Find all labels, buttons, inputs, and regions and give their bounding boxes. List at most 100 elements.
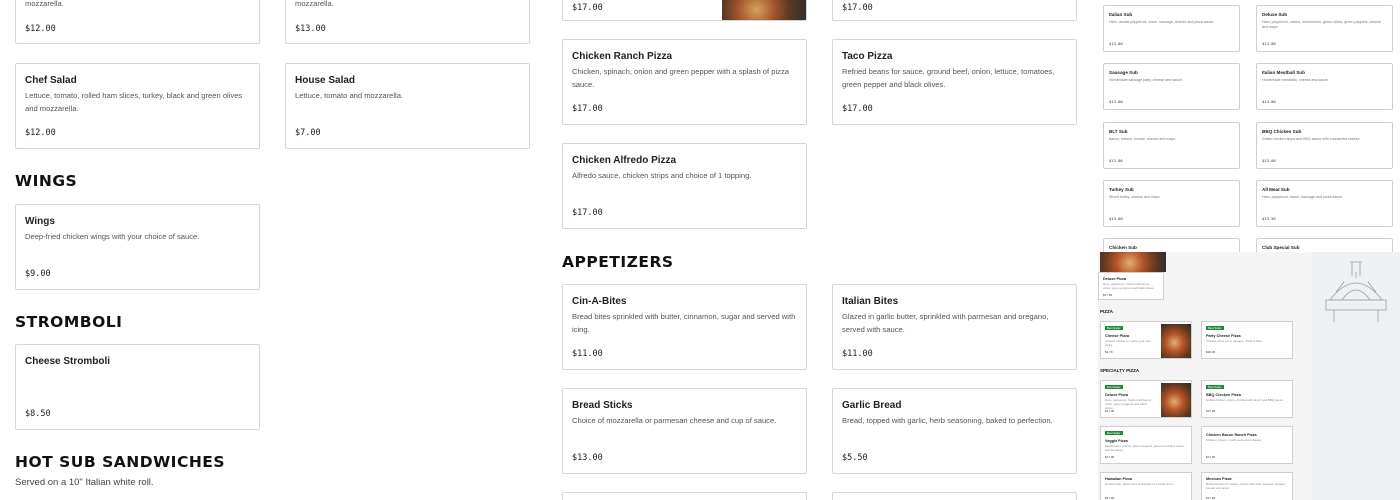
preview-desc: Grilled chicken, onion, drizzled with ra… [1206,398,1284,402]
mini-price: $13.00 [1109,99,1123,104]
item-price: $17.00 [572,104,603,114]
preview-title: Hawaiian Pizza [1105,477,1133,481]
menu-item-wings[interactable]: Wings Deep-fried chicken wings with your… [15,204,260,290]
mini-desc: Bacon, lettuce, tomato, cheese and mayo. [1109,137,1177,141]
salad-card-partial-b[interactable]: mozzarella. $13.00 [285,0,530,44]
preview-desc: Cheese pizza cut in squares. Thick & Pan… [1206,339,1263,343]
preview-price: $17.00 [1105,496,1115,500]
item-description: Refried beans for sauce, ground beef, on… [842,67,1055,89]
item-price: $9.00 [25,269,51,279]
item-title: Chef Salad [25,75,77,86]
best-seller-badge: Best Seller [1206,326,1224,330]
preview-title: BBQ Chicken Pizza [1206,393,1241,397]
menu-item-bread-sticks[interactable]: Bread Sticks Choice of mozzarella or par… [562,388,807,474]
preview-heading-pizza: PIZZA [1100,309,1113,314]
mini-price: $13.00 [1262,158,1276,163]
menu-item-cin-a-bites[interactable]: Cin-A-Bites Bread bites sprinkled with b… [562,284,807,370]
menu-item-chicken-alfredo-pizza[interactable]: Chicken Alfredo Pizza Alfredo sauce, chi… [562,143,807,229]
item-title: Chicken Ranch Pizza [572,51,673,62]
mini-title: Italian Meatball Sub [1262,70,1305,75]
item-description: mozzarella. [295,0,334,8]
item-title: Wings [25,216,55,227]
preview-card[interactable]: Deluxe Pizza Ham, pepperoni, fresh mushr… [1098,272,1164,300]
preview-card[interactable]: Best Seller Veggie Pizza Mushrooms, onio… [1100,426,1192,464]
mini-title: Sausage Sub [1109,70,1138,75]
mini-price: $13.00 [1109,158,1123,163]
mini-title: All Meat Sub [1262,187,1290,192]
mini-title: BLT Sub [1109,129,1128,134]
menu-item-taco-pizza[interactable]: Taco Pizza Refried beans for sauce, grou… [832,39,1077,125]
item-title: Bread Sticks [572,400,633,411]
preview-title: Veggie Pizza [1105,439,1128,443]
preview-price: $17.00 [1206,409,1216,413]
item-description: Glazed in garlic butter, sprinkled with … [842,312,1049,334]
menu-item-italian-bites[interactable]: Italian Bites Glazed in garlic butter, s… [832,284,1077,370]
item-price: $17.00 [572,208,603,218]
preview-card[interactable]: Best Seller Deluxe Pizza Ham, pepperoni,… [1100,380,1192,418]
mini-sub-card[interactable]: Turkey Sub Sliced turkey, cheese and may… [1103,180,1240,227]
menu-item-cheese-stromboli[interactable]: Cheese Stromboli $8.50 [15,344,260,430]
section-heading-stromboli: STROMBOLI [15,313,123,331]
mini-price: $13.50 [1262,216,1276,221]
preview-price: $17.00 [1103,293,1113,297]
mini-title: Turkey Sub [1109,187,1134,192]
mini-desc: Sliced turkey, cheese and mayo. [1109,195,1161,199]
menu-item-garlic-bread[interactable]: Garlic Bread Bread, topped with garlic, … [832,388,1077,474]
preview-price: $1.70 [1105,350,1113,354]
menu-item-partial-bottom-a[interactable] [562,492,807,500]
preview-desc: Choose a base to create your own pizza. [1105,339,1151,347]
mini-sub-card[interactable]: All Meat Sub Ham, pepperoni, bacon, saus… [1256,180,1393,227]
pizza-card-partial-b[interactable]: $17.00 [832,0,1077,21]
preview-title: Party Cheese Pizza [1206,334,1241,338]
menu-item-partial-bottom-b[interactable] [832,492,1077,500]
best-seller-badge: Best Seller [1105,431,1123,435]
salad-card-partial-a[interactable]: mozzarella. $12.00 [15,0,260,44]
menu-item-chef-salad[interactable]: Chef Salad Lettuce, tomato, rolled ham s… [15,63,260,149]
preview-desc: Chicken, bacon, ranch sauce and cheese. [1206,438,1262,442]
mini-title: Club Special Sub [1262,245,1300,250]
mini-sub-card[interactable]: Sausage Sub Homemade sausage patty, chee… [1103,63,1240,110]
preview-card[interactable]: Best Seller Party Cheese Pizza Cheese pi… [1201,321,1293,359]
preview-price: $17.00 [1105,409,1115,413]
item-price: $7.00 [295,128,321,138]
mini-price: $13.00 [1262,41,1276,46]
item-description: Deep-fried chicken wings with your choic… [25,232,200,241]
item-title: Cheese Stromboli [25,356,111,367]
item-title: Chicken Alfredo Pizza [572,155,677,166]
preview-card[interactable]: Best Seller Cheese Pizza Choose a base t… [1100,321,1192,359]
mini-desc: Grilled chicken strips and BBQ sauce wit… [1262,137,1361,141]
mini-sub-card[interactable]: BBQ Chicken Sub Grilled chicken strips a… [1256,122,1393,169]
menu-preview-overlay: Deluxe Pizza Ham, pepperoni, fresh mushr… [1098,252,1400,500]
best-seller-badge: Best Seller [1105,326,1123,330]
mini-sub-card[interactable]: BLT Sub Bacon, lettuce, tomato, cheese a… [1103,122,1240,169]
pizza-card-partial-a[interactable]: $17.00 [562,0,807,21]
preview-card[interactable]: Best Seller BBQ Chicken Pizza Grilled ch… [1201,380,1293,418]
preview-price: $30.45 [1206,350,1216,354]
section-subheading-hot-subs: Served on a 10" Italian white roll. [15,477,154,488]
section-heading-wings: WINGS [15,172,78,190]
menu-item-house-salad[interactable]: House Salad Lettuce, tomato and mozzarel… [285,63,530,149]
item-price: $11.00 [842,349,873,359]
item-title: Cin-A-Bites [572,296,627,307]
mini-sub-card[interactable]: Italian Meatball Sub Homemade meatballs,… [1256,63,1393,110]
menu-item-chicken-ranch-pizza[interactable]: Chicken Ranch Pizza Chicken, spinach, on… [562,39,807,125]
pizza-photo [1100,252,1166,272]
item-price: $8.50 [25,409,51,419]
item-title: Garlic Bread [842,400,902,411]
pizza-oven-icon [1325,261,1387,322]
preview-title: Cheese Pizza [1105,334,1130,338]
mini-title: Italian Sub [1109,12,1133,17]
mini-sub-card[interactable]: Italian Sub Ham, double pepperoni, onion… [1103,5,1240,52]
item-description: Chicken, spinach, onion and green pepper… [572,67,789,89]
mini-sub-card[interactable]: Deluxe Sub Ham, pepperoni, onions, mushr… [1256,5,1393,52]
preview-card[interactable]: Mexican Pizza Refried beans for sauce, c… [1201,472,1293,500]
pizza-photo [1161,383,1191,417]
preview-card[interactable]: Chicken Bacon Ranch Pizza Chicken, bacon… [1201,426,1293,464]
preview-heading-specialty-pizza: SPECIALTY PIZZA [1100,368,1140,373]
item-price: $17.00 [572,3,603,13]
item-description: Alfredo sauce, chicken strips and choice… [572,171,752,180]
pizza-photo [1161,324,1191,358]
preview-card[interactable]: Hawaiian Pizza Double ham, bacon and pin… [1100,472,1192,500]
preview-desc: Mushrooms, onions, green peppers, green … [1105,444,1184,452]
item-price: $12.00 [25,128,56,138]
